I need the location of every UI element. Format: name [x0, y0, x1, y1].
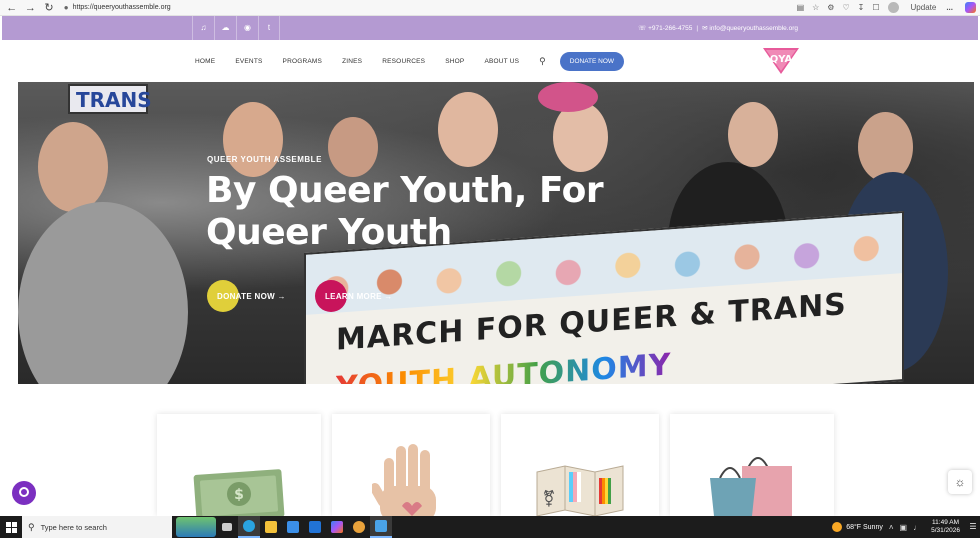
svg-text:⚧: ⚧: [542, 489, 555, 508]
reader-icon[interactable]: ▤: [797, 3, 805, 12]
edge-icon[interactable]: [238, 516, 260, 538]
donate-now-button[interactable]: DONATE NOW: [559, 51, 625, 71]
clock[interactable]: 11:49 AM 5/31/2026: [931, 519, 960, 535]
clock-date: 5/31/2026: [931, 527, 960, 534]
trans-sign: TRANS: [68, 84, 152, 114]
site-logo[interactable]: QYA: [763, 48, 799, 74]
shopping-bags-icon: [710, 457, 792, 516]
money-icon: $: [193, 469, 285, 516]
volume-icon[interactable]: ♩: [913, 523, 921, 532]
clock-time: 11:49 AM: [932, 519, 960, 526]
widget-game-icon[interactable]: [176, 517, 216, 537]
crowd-face: [728, 102, 778, 167]
email-link[interactable]: info@queeryouthassemble.org: [709, 25, 798, 32]
task-view-icon[interactable]: [216, 516, 238, 538]
card-volunteer[interactable]: [332, 414, 490, 516]
menu: HOME EVENTS PROGRAMS ZINES RESOURCES SHO…: [195, 40, 625, 82]
pinned-app-icon[interactable]: [370, 516, 392, 538]
url-text: https://queeryouthassemble.org: [72, 4, 171, 11]
svg-text:$: $: [234, 487, 244, 503]
nav-about-us[interactable]: ABOUT US: [484, 58, 519, 65]
tiktok-icon[interactable]: ♫: [192, 16, 214, 40]
raised-hand-icon: [372, 444, 436, 516]
notification-icon[interactable]: ☰: [966, 516, 980, 538]
accessibility-widget-button[interactable]: [12, 481, 36, 505]
file-explorer-icon[interactable]: [260, 516, 282, 538]
browser-toolbar: ← → ↻ ● https://queeryouthassemble.org ▤…: [0, 0, 980, 16]
taskbar-search[interactable]: ⚲ Type here to search: [22, 516, 172, 538]
mail-icon[interactable]: [304, 516, 326, 538]
hero-headline: By Queer Youth, For Queer Youth: [206, 170, 604, 253]
nav-resources[interactable]: RESOURCES: [382, 58, 425, 65]
instagram-icon[interactable]: ◉: [236, 16, 258, 40]
crowd-face: [438, 92, 498, 167]
crowd-face: [328, 117, 378, 177]
medal-app-icon[interactable]: [348, 516, 370, 538]
crowd-face: [553, 102, 608, 172]
store-icon[interactable]: [282, 516, 304, 538]
screenshot-icon[interactable]: ☐: [872, 3, 879, 12]
nav-zines[interactable]: ZINES: [342, 58, 362, 65]
contact-info: ☏ +971-266-4755 | ✉ info@queeryouthassem…: [638, 16, 798, 40]
main-navigation: HOME EVENTS PROGRAMS ZINES RESOURCES SHO…: [0, 40, 980, 82]
crowd-hair: [538, 82, 598, 112]
lock-icon: ●: [63, 3, 69, 12]
download-icon[interactable]: ↧: [858, 3, 865, 12]
chat-icon: ✉: [702, 25, 708, 32]
nav-programs[interactable]: PROGRAMS: [283, 58, 323, 65]
weather-icon: [832, 522, 843, 532]
nav-shop[interactable]: SHOP: [445, 58, 464, 65]
widget-icon: [19, 487, 29, 497]
copilot-taskbar-icon[interactable]: [326, 516, 348, 538]
system-tray: 68°F Sunny ˄ ▣ ♩ 11:49 AM 5/31/2026 ☰: [832, 516, 980, 538]
extensions-icon[interactable]: ⚙: [827, 3, 834, 12]
windows-start-icon[interactable]: [0, 516, 22, 538]
crowd-face: [858, 112, 913, 182]
collections-icon[interactable]: ♡: [842, 3, 849, 12]
card-resources[interactable]: ⚧: [501, 414, 659, 516]
tumblr-icon[interactable]: t: [258, 16, 280, 40]
weather-text[interactable]: 68°F Sunny: [846, 524, 883, 531]
nav-home[interactable]: HOME: [195, 58, 215, 65]
search-placeholder: Type here to search: [40, 522, 107, 532]
divider: |: [696, 24, 699, 32]
reload-icon[interactable]: ↻: [42, 1, 56, 15]
crowd-face: [223, 102, 283, 177]
back-icon[interactable]: ←: [5, 1, 19, 15]
top-info-bar: ♫ ☁ ◉ t ☏ +971-266-4755 | ✉ info@queeryo…: [2, 16, 978, 40]
forward-icon[interactable]: →: [24, 1, 38, 15]
card-shop[interactable]: [670, 414, 834, 516]
network-icon[interactable]: ▣: [900, 523, 908, 532]
cta-label: LEARN MORE →: [325, 291, 393, 301]
profile-avatar[interactable]: [887, 2, 899, 13]
address-bar[interactable]: ● https://queeryouthassemble.org: [64, 2, 783, 14]
search-icon[interactable]: ⚲: [539, 56, 546, 67]
nav-events[interactable]: EVENTS: [235, 58, 262, 65]
social-links: ♫ ☁ ◉ t: [192, 16, 280, 40]
logo-text: QYA: [770, 54, 793, 65]
hero-eyebrow: QUEER YOUTH ASSEMBLE: [207, 155, 322, 164]
copilot-icon[interactable]: [964, 2, 976, 13]
update-button[interactable]: Update...: [907, 3, 957, 12]
folded-map-icon: ⚧: [536, 465, 624, 516]
card-donate[interactable]: $: [157, 414, 321, 516]
browser-actions: ▤ ☆ ⚙ ♡ ↧ ☐ Update...: [793, 2, 980, 13]
soundcloud-icon[interactable]: ☁: [214, 16, 236, 40]
windows-taskbar: ⚲ Type here to search 68°F Sunny ˄ ▣ ♩ 1…: [0, 516, 980, 538]
hero-section: TRANS MARCH FOR QUEER & TRANS YOUTH AUTO…: [18, 82, 974, 384]
favorite-icon[interactable]: ☆: [812, 3, 819, 12]
phone-icon: ☏: [638, 25, 647, 32]
cta-label: DONATE NOW →: [217, 291, 286, 301]
theme-toggle-button[interactable]: ☼: [948, 470, 972, 494]
search-icon: ⚲: [28, 521, 35, 532]
phone-link[interactable]: +971-266-4755: [648, 25, 692, 32]
hero-learn-more-button[interactable]: LEARN MORE →: [315, 280, 405, 312]
hero-donate-button[interactable]: DONATE NOW →: [207, 280, 297, 312]
chevron-up-icon[interactable]: ˄: [889, 523, 894, 532]
crowd-face: [38, 122, 108, 212]
